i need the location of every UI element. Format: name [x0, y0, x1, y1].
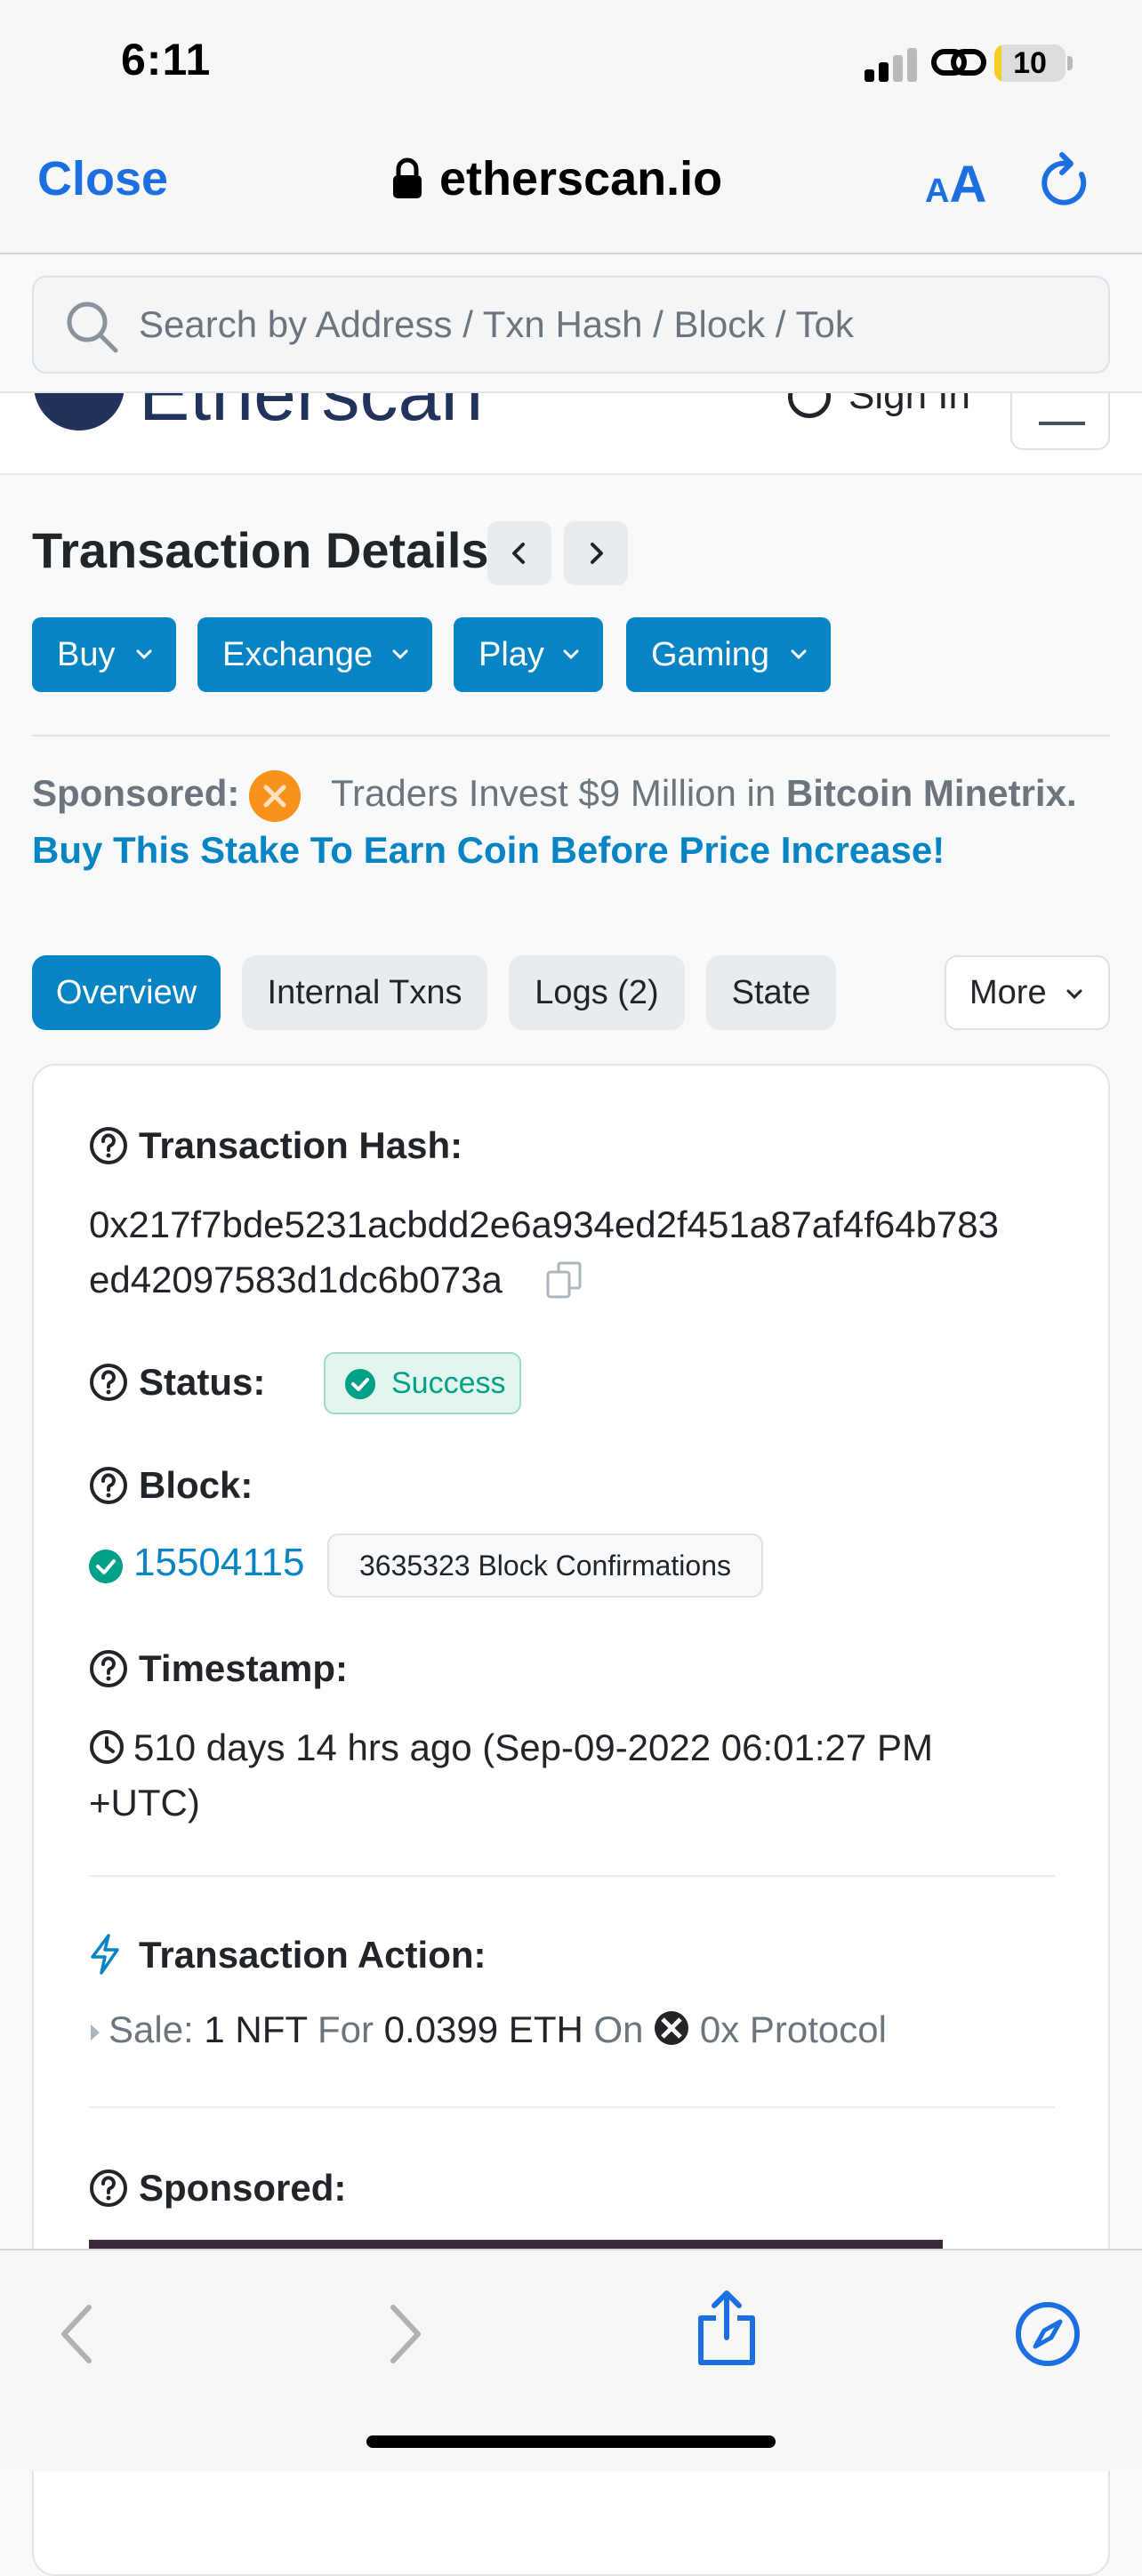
signal-icon — [865, 46, 918, 82]
domain-text: etherscan.io — [439, 152, 723, 205]
status-value: Success — [391, 1365, 506, 1400]
menu-button[interactable] — [1010, 393, 1110, 450]
chevron-right-icon — [591, 543, 603, 564]
etherscan-logo-icon[interactable] — [34, 393, 125, 431]
chevron-down-icon — [392, 649, 408, 660]
divider — [89, 2106, 1055, 2108]
forward-icon[interactable] — [386, 2302, 425, 2366]
user-icon — [788, 393, 831, 418]
gaming-dropdown[interactable]: Gaming — [626, 617, 831, 692]
divider — [89, 1875, 1055, 1877]
site-header: Etherscan Sign In — [0, 393, 1142, 475]
sponsored-label: Sponsored: — [32, 772, 240, 814]
status-time: 6:11 — [121, 35, 212, 85]
action-label: Transaction Action: — [139, 1934, 487, 1976]
battery-level: 10 — [1013, 46, 1047, 80]
search-icon — [67, 302, 118, 353]
play-dropdown[interactable]: Play — [454, 617, 603, 692]
hash-label: Transaction Hash: — [139, 1124, 463, 1166]
gaming-label: Gaming — [651, 635, 770, 673]
sponsored-section-label: Sponsored: — [139, 2167, 347, 2209]
block-number-link[interactable]: 15504115 — [133, 1541, 305, 1585]
hash-value-line2: ed42097583d1dc6b073a — [89, 1259, 503, 1300]
check-circle-icon — [345, 1369, 375, 1399]
page-title: Transaction Details — [32, 522, 489, 578]
help-icon[interactable] — [89, 2169, 128, 2208]
battery-icon: 10 — [994, 44, 1066, 82]
lightning-icon — [91, 1934, 119, 1975]
chevron-down-icon — [136, 649, 152, 660]
action-sale: Sale: — [109, 2008, 194, 2050]
bitcoin-minetrix-icon — [249, 770, 301, 822]
sponsored-bold: Bitcoin Minetrix. — [785, 772, 1077, 814]
buy-label: Buy — [57, 635, 116, 673]
copy-icon[interactable] — [544, 1260, 585, 1300]
timestamp-line2: +UTC) — [89, 1782, 200, 1823]
timestamp-line1: 510 days 14 hrs ago (Sep-09-2022 06:01:2… — [133, 1727, 933, 1768]
sponsored-text: Sponsored: Traders Invest $9 Million in … — [32, 772, 1077, 815]
chevron-down-icon — [791, 649, 807, 660]
more-dropdown[interactable]: More — [945, 955, 1110, 1030]
tab-logs[interactable]: Logs (2) — [509, 955, 685, 1030]
text-size-small: A — [925, 173, 950, 210]
block-confirmations-badge: 3635323 Block Confirmations — [327, 1534, 763, 1598]
address-bar[interactable]: etherscan.io — [391, 151, 722, 206]
sponsored-prefix: Traders Invest $9 Million in — [330, 772, 776, 814]
help-icon[interactable] — [89, 1363, 128, 1402]
clock-icon — [90, 1730, 124, 1764]
action-for: For — [318, 2008, 374, 2050]
link-icon — [931, 49, 986, 76]
0x-protocol-icon — [655, 2011, 689, 2045]
hash-value-line1: 0x217f7bde5231acbdd2e6a934ed2f451a87af4f… — [89, 1203, 1000, 1245]
close-button[interactable]: Close — [37, 151, 168, 206]
next-txn-button[interactable] — [564, 521, 628, 585]
help-icon[interactable] — [89, 1126, 128, 1165]
chevron-down-icon — [1066, 989, 1082, 1000]
action-amount: 1 NFT — [204, 2008, 308, 2050]
text-size-large: A — [949, 156, 987, 213]
hamburger-icon — [1039, 422, 1085, 425]
sign-in-link[interactable]: Sign In — [848, 393, 970, 418]
chevron-down-icon — [563, 649, 579, 660]
share-icon[interactable] — [694, 2288, 760, 2368]
exchange-label: Exchange — [222, 635, 374, 673]
browser-toolbar: Close etherscan.io AA — [0, 125, 1142, 254]
sponsored-link[interactable]: Buy This Stake To Earn Coin Before Price… — [32, 829, 945, 872]
status-badge: Success — [324, 1352, 521, 1414]
battery-tip — [1067, 56, 1073, 70]
search-input[interactable] — [137, 278, 929, 372]
timestamp-label: Timestamp: — [139, 1647, 348, 1689]
buy-dropdown[interactable]: Buy — [32, 617, 176, 692]
action-price: 0.0399 ETH — [383, 2008, 583, 2050]
action-on: On — [593, 2008, 644, 2050]
divider — [32, 735, 1110, 737]
compass-icon[interactable] — [1014, 2300, 1082, 2368]
search-box[interactable] — [32, 276, 1110, 374]
status-label: Status: — [139, 1361, 266, 1403]
previous-txn-button[interactable] — [487, 521, 551, 585]
exchange-dropdown[interactable]: Exchange — [197, 617, 432, 692]
back-icon[interactable] — [57, 2302, 96, 2366]
tab-overview[interactable]: Overview — [32, 955, 221, 1030]
lock-icon — [393, 157, 422, 198]
caret-right-icon[interactable] — [89, 2023, 101, 2042]
tab-state[interactable]: State — [706, 955, 836, 1030]
block-label: Block: — [139, 1464, 253, 1506]
help-icon[interactable] — [89, 1649, 128, 1688]
help-icon[interactable] — [89, 1466, 128, 1505]
logo-text[interactable]: Etherscan — [139, 393, 483, 439]
check-circle-icon — [89, 1550, 123, 1583]
search-section — [0, 256, 1142, 393]
chevron-left-icon — [512, 543, 525, 564]
reload-icon[interactable] — [1041, 151, 1094, 210]
transaction-action: Sale: 1 NFT For 0.0399 ETH On 0x Protoco… — [89, 2008, 887, 2051]
play-label: Play — [479, 635, 544, 673]
home-indicator — [366, 2435, 776, 2448]
status-bar: 6:11 10 — [0, 0, 1142, 125]
more-label: More — [969, 973, 1047, 1011]
action-protocol[interactable]: 0x Protocol — [700, 2008, 887, 2050]
tab-internal-txns[interactable]: Internal Txns — [242, 955, 487, 1030]
text-size-button[interactable]: AA — [925, 155, 986, 214]
